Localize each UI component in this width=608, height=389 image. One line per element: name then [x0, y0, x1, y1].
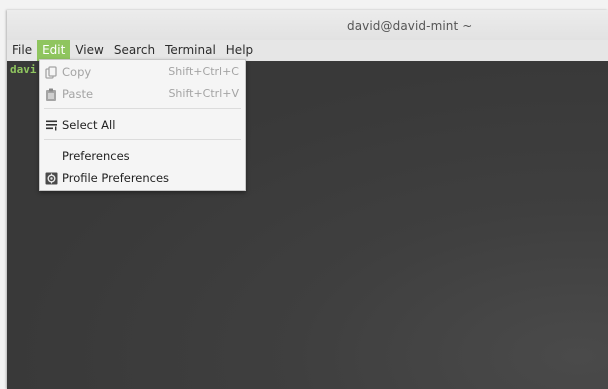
menu-help[interactable]: Help: [221, 40, 258, 61]
menu-bar: File Edit View Search Terminal Help: [7, 40, 608, 61]
copy-label: Copy: [62, 65, 92, 79]
select-all-icon: [44, 118, 58, 132]
menu-item-select-all[interactable]: Select All: [40, 114, 245, 136]
menu-search[interactable]: Search: [109, 40, 160, 61]
menu-file[interactable]: File: [7, 40, 37, 61]
edit-menu-dropdown: Copy Shift+Ctrl+C Paste Shift+Ctrl+V Sel…: [39, 59, 246, 191]
paste-label: Paste: [62, 87, 94, 101]
menu-item-profile-preferences[interactable]: Profile Preferences: [40, 167, 245, 189]
title-bar[interactable]: david@david-mint ~: [7, 10, 608, 40]
paste-icon: [44, 87, 58, 101]
menu-separator: [44, 139, 241, 140]
profile-preferences-icon: [44, 171, 58, 185]
select-all-label: Select All: [62, 118, 116, 132]
menu-terminal[interactable]: Terminal: [160, 40, 221, 61]
menu-item-preferences[interactable]: Preferences: [40, 145, 245, 167]
copy-icon: [44, 65, 58, 79]
menu-separator: [44, 108, 241, 109]
window-title: david@david-mint ~: [347, 19, 473, 33]
copy-shortcut: Shift+Ctrl+C: [168, 65, 239, 78]
preferences-label: Preferences: [62, 149, 130, 163]
menu-edit[interactable]: Edit: [37, 40, 71, 61]
menu-view[interactable]: View: [70, 40, 108, 61]
terminal-prompt: davi: [10, 63, 37, 76]
menu-item-copy[interactable]: Copy Shift+Ctrl+C: [40, 61, 245, 83]
menu-item-paste[interactable]: Paste Shift+Ctrl+V: [40, 83, 245, 105]
paste-shortcut: Shift+Ctrl+V: [168, 87, 239, 100]
profile-preferences-label: Profile Preferences: [62, 171, 170, 185]
